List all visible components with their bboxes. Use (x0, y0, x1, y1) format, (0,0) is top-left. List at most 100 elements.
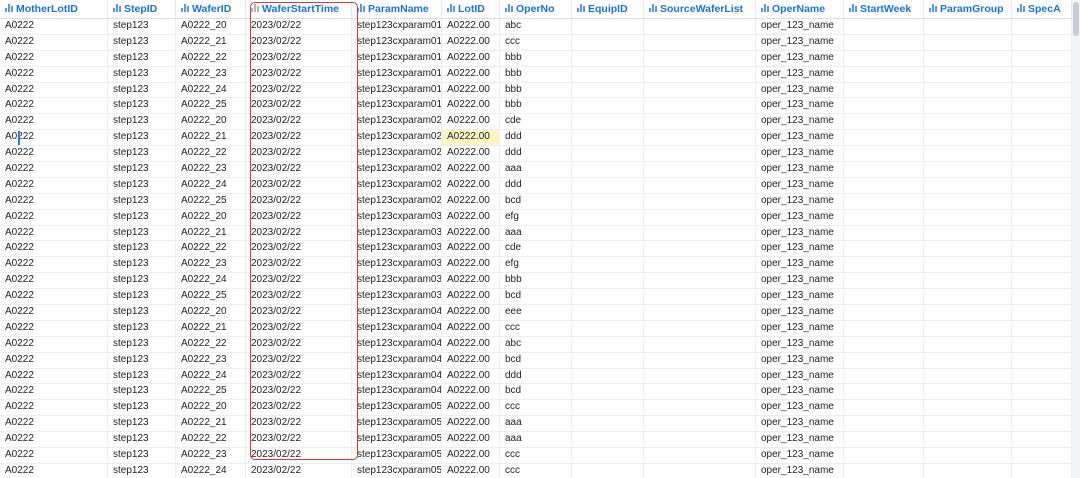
cell-opername[interactable]: oper_123_name (756, 257, 844, 273)
cell-speca[interactable] (1012, 146, 1072, 162)
cell-lotid[interactable]: A0222.00 (442, 305, 500, 320)
cell-startweek[interactable] (844, 289, 924, 305)
cell-waferstarttime[interactable]: 2023/02/22 (246, 50, 352, 66)
cell-paramname[interactable]: step123cxparam05 (352, 463, 442, 478)
cell-stepid[interactable]: step123 (108, 209, 176, 225)
cell-waferstarttime[interactable]: 2023/02/22 (246, 193, 352, 209)
cell-paramname[interactable]: step123cxparam01 (352, 98, 442, 114)
cell-paramgroup[interactable] (924, 34, 1012, 50)
cell-waferid[interactable]: A0222_21 (176, 34, 246, 50)
table-row[interactable]: A0222 step123 A0222_23 2023/02/22 step123cxp… (0, 66, 1072, 83)
cell-sourcewaferlist[interactable] (644, 146, 756, 162)
column-header-paramname[interactable]: ParamName (352, 0, 442, 18)
cell-stepid[interactable]: step123 (108, 305, 176, 320)
table-row[interactable]: A0222 step123 A0222_23 2023/02/22 step123cxp… (0, 352, 1072, 369)
cell-equipid[interactable] (572, 384, 644, 400)
cell-paramname[interactable]: step123cxparam02 (352, 146, 442, 162)
cell-waferstarttime[interactable]: 2023/02/22 (246, 384, 352, 400)
cell-equipid[interactable] (572, 320, 644, 336)
cell-operno[interactable]: cde (500, 114, 572, 130)
cell-stepid[interactable]: step123 (108, 448, 176, 463)
cell-opername[interactable]: oper_123_name (756, 98, 844, 114)
cell-startweek[interactable] (844, 416, 924, 432)
cell-stepid[interactable]: step123 (108, 19, 176, 34)
cell-motherlotid[interactable]: A0222 (0, 177, 108, 193)
cell-opername[interactable]: oper_123_name (756, 146, 844, 162)
cell-paramgroup[interactable] (924, 162, 1012, 177)
cell-paramname[interactable]: step123cxparam03 (352, 225, 442, 241)
cell-stepid[interactable]: step123 (108, 177, 176, 193)
cell-lotid[interactable]: A0222.00 (442, 130, 500, 146)
cell-startweek[interactable] (844, 241, 924, 257)
column-header-speca[interactable]: SpecA (1012, 0, 1072, 18)
cell-lotid[interactable]: A0222.00 (442, 19, 500, 34)
cell-opername[interactable]: oper_123_name (756, 193, 844, 209)
cell-stepid[interactable]: step123 (108, 114, 176, 130)
cell-stepid[interactable]: step123 (108, 66, 176, 82)
cell-waferstarttime[interactable]: 2023/02/22 (246, 209, 352, 225)
cell-startweek[interactable] (844, 209, 924, 225)
cell-paramgroup[interactable] (924, 209, 1012, 225)
cell-operno[interactable]: ddd (500, 130, 572, 146)
cell-equipid[interactable] (572, 34, 644, 50)
cell-startweek[interactable] (844, 384, 924, 400)
cell-operno[interactable]: cde (500, 241, 572, 257)
cell-waferstarttime[interactable]: 2023/02/22 (246, 368, 352, 384)
cell-sourcewaferlist[interactable] (644, 50, 756, 66)
cell-waferid[interactable]: A0222_20 (176, 305, 246, 320)
column-header-waferstarttime[interactable]: WaferStartTime (246, 0, 352, 18)
cell-waferid[interactable]: A0222_25 (176, 98, 246, 114)
cell-equipid[interactable] (572, 82, 644, 98)
table-row[interactable]: A0222 step123 A0222_25 2023/02/22 step123cxp… (0, 193, 1072, 210)
cell-opername[interactable]: oper_123_name (756, 273, 844, 289)
cell-paramname[interactable]: step123cxparam01 (352, 66, 442, 82)
cell-motherlotid[interactable]: A0222 (0, 193, 108, 209)
table-row[interactable]: A0222 step123 A0222_24 2023/02/22 step123cxp… (0, 273, 1072, 290)
cell-waferstarttime[interactable]: 2023/02/22 (246, 432, 352, 448)
cell-equipid[interactable] (572, 352, 644, 368)
cell-sourcewaferlist[interactable] (644, 257, 756, 273)
cell-waferstarttime[interactable]: 2023/02/22 (246, 336, 352, 352)
cell-waferstarttime[interactable]: 2023/02/22 (246, 257, 352, 273)
cell-equipid[interactable] (572, 50, 644, 66)
cell-paramgroup[interactable] (924, 177, 1012, 193)
cell-waferid[interactable]: A0222_20 (176, 114, 246, 130)
cell-paramname[interactable]: step123cxparam04 (352, 352, 442, 368)
cell-opername[interactable]: oper_123_name (756, 416, 844, 432)
cell-paramgroup[interactable] (924, 368, 1012, 384)
cell-motherlotid[interactable]: A0222 (0, 34, 108, 50)
cell-speca[interactable] (1012, 289, 1072, 305)
cell-waferid[interactable]: A0222_20 (176, 400, 246, 416)
cell-startweek[interactable] (844, 19, 924, 34)
cell-waferstarttime[interactable]: 2023/02/22 (246, 273, 352, 289)
cell-equipid[interactable] (572, 66, 644, 82)
column-header-operno[interactable]: OperNo (500, 0, 572, 18)
cell-paramgroup[interactable] (924, 114, 1012, 130)
cell-lotid[interactable]: A0222.00 (442, 400, 500, 416)
cell-startweek[interactable] (844, 34, 924, 50)
cell-paramgroup[interactable] (924, 273, 1012, 289)
cell-waferstarttime[interactable]: 2023/02/22 (246, 241, 352, 257)
cell-opername[interactable]: oper_123_name (756, 82, 844, 98)
cell-paramgroup[interactable] (924, 98, 1012, 114)
cell-equipid[interactable] (572, 416, 644, 432)
cell-lotid[interactable]: A0222.00 (442, 463, 500, 478)
cell-paramgroup[interactable] (924, 66, 1012, 82)
cell-equipid[interactable] (572, 193, 644, 209)
cell-waferid[interactable]: A0222_23 (176, 162, 246, 177)
cell-lotid[interactable]: A0222.00 (442, 416, 500, 432)
cell-speca[interactable] (1012, 19, 1072, 34)
cell-sourcewaferlist[interactable] (644, 400, 756, 416)
cell-equipid[interactable] (572, 225, 644, 241)
cell-waferid[interactable]: A0222_21 (176, 416, 246, 432)
cell-opername[interactable]: oper_123_name (756, 432, 844, 448)
table-row[interactable]: A0222 step123 A0222_24 2023/02/22 step123cxp… (0, 463, 1072, 478)
cell-paramname[interactable]: step123cxparam02 (352, 130, 442, 146)
cell-operno[interactable]: bbb (500, 273, 572, 289)
cell-startweek[interactable] (844, 225, 924, 241)
cell-speca[interactable] (1012, 432, 1072, 448)
cell-startweek[interactable] (844, 82, 924, 98)
cell-operno[interactable]: ddd (500, 368, 572, 384)
cell-startweek[interactable] (844, 114, 924, 130)
cell-operno[interactable]: efg (500, 257, 572, 273)
